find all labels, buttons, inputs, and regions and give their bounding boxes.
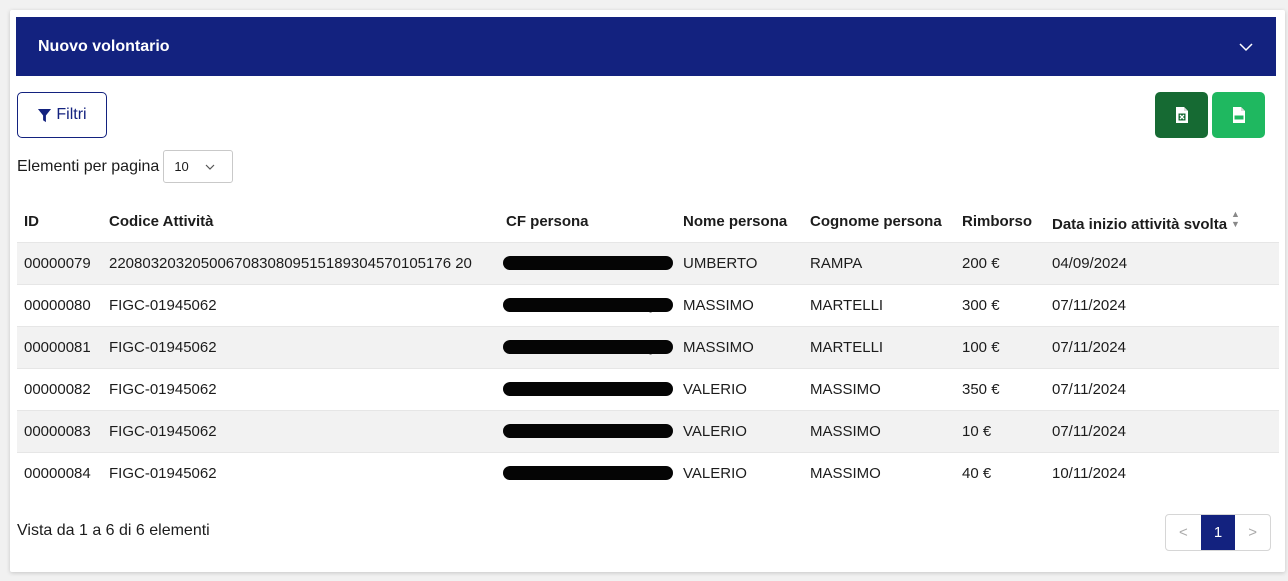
cell-cf: RMPMBT61R01H501U [499, 242, 676, 285]
column-header-rimborso[interactable]: Rimborso [955, 200, 1045, 243]
cell-rimborso: 200 € [955, 242, 1045, 285]
column-header-cf[interactable]: CF persona [499, 200, 676, 243]
cell-rimborso: 10 € [955, 410, 1045, 453]
cell-data: 07/11/2024 [1045, 368, 1279, 411]
panel-header[interactable]: Nuovo volontario [16, 17, 1276, 76]
page-size-value: 10 [174, 159, 189, 174]
column-header-id[interactable]: ID [17, 200, 102, 243]
cell-rimborso: 40 € [955, 452, 1045, 494]
cell-cf: MSSVLR81B41F839M [499, 452, 676, 494]
cell-data: 10/11/2024 [1045, 452, 1279, 494]
panel-title: Nuovo volontario [38, 37, 170, 55]
cell-codice: FIGC-01945062 [102, 410, 499, 453]
page-size-label: Elementi per pagina [17, 157, 160, 175]
pagination-page-1[interactable]: 1 [1200, 515, 1236, 550]
table-row[interactable]: 00000080FIGC-01945062MRTMSM69B07H501QMAS… [17, 284, 1279, 327]
cell-cf: MRTMSM69B07H501Q [499, 284, 676, 327]
column-header-codice[interactable]: Codice Attività [102, 200, 499, 243]
cell-codice: 2208032032050067083080951518930457010517… [102, 242, 499, 285]
csv-file-icon [1232, 107, 1245, 123]
cell-cognome: MARTELLI [803, 326, 955, 369]
cell-nome: VALERIO [676, 410, 803, 453]
cell-codice: FIGC-01945062 [102, 452, 499, 494]
table-summary: Vista da 1 a 6 di 6 elementi [17, 522, 210, 539]
cell-data: 07/11/2024 [1045, 284, 1279, 327]
table-row[interactable]: 00000084FIGC-01945062MSSVLR81B41F839MVAL… [17, 452, 1279, 494]
cell-id: 00000079 [17, 242, 102, 285]
column-header-nome[interactable]: Nome persona [676, 200, 803, 243]
cell-codice: FIGC-01945062 [102, 284, 499, 327]
filter-button[interactable]: Filtri [17, 92, 107, 138]
cell-cf: MSSVLR81B41F839M [499, 410, 676, 453]
cell-data: 07/11/2024 [1045, 410, 1279, 453]
table-row[interactable]: 00000082FIGC-01945062MSSVLR80A01H501NVAL… [17, 368, 1279, 411]
cell-id: 00000082 [17, 368, 102, 411]
cell-nome: MASSIMO [676, 284, 803, 327]
excel-file-icon [1175, 107, 1188, 123]
filter-icon [38, 108, 52, 122]
cell-rimborso: 350 € [955, 368, 1045, 411]
pagination: < 1 > [1165, 514, 1271, 551]
cell-nome: VALERIO [676, 368, 803, 411]
cell-nome: UMBERTO [676, 242, 803, 285]
cell-cognome: MARTELLI [803, 284, 955, 327]
redaction-mark [503, 298, 673, 312]
cell-id: 00000081 [17, 326, 102, 369]
filter-button-label: Filtri [56, 106, 87, 123]
cell-cf: MRTMSM69B07H501Q [499, 326, 676, 369]
column-header-cognome[interactable]: Cognome persona [803, 200, 955, 243]
page-size-select[interactable]: 10 [163, 150, 234, 183]
redaction-mark [503, 382, 673, 396]
cell-codice: FIGC-01945062 [102, 326, 499, 369]
redaction-mark [503, 340, 673, 354]
cell-id: 00000080 [17, 284, 102, 327]
chevron-down-icon [205, 164, 215, 170]
redaction-mark [503, 256, 673, 270]
cell-cognome: MASSIMO [803, 452, 955, 494]
redaction-mark [503, 424, 673, 438]
export-excel-button[interactable] [1155, 92, 1208, 138]
chevron-down-icon[interactable] [1238, 39, 1254, 55]
column-header-data[interactable]: Data inizio attività svolta▲ ▼ [1045, 200, 1279, 243]
sort-icon[interactable]: ▲ ▼ [1231, 209, 1240, 229]
cell-id: 00000084 [17, 452, 102, 494]
cell-nome: VALERIO [676, 452, 803, 494]
cell-rimborso: 100 € [955, 326, 1045, 369]
redaction-mark [503, 466, 673, 480]
cell-data: 07/11/2024 [1045, 326, 1279, 369]
page-size-control: Elementi per pagina 10 [17, 150, 234, 183]
cell-id: 00000083 [17, 410, 102, 453]
cell-cf: MSSVLR80A01H501N [499, 368, 676, 411]
table-row[interactable]: 00000079 22080320320500670830809515189304… [17, 242, 1279, 285]
cell-data: 04/09/2024 [1045, 242, 1279, 285]
volunteers-table: ID Codice Attività CF persona Nome perso… [17, 200, 1279, 494]
cell-codice: FIGC-01945062 [102, 368, 499, 411]
table-header-row: ID Codice Attività CF persona Nome perso… [17, 200, 1279, 243]
cell-cognome: MASSIMO [803, 410, 955, 453]
table-row[interactable]: 00000083FIGC-01945062MSSVLR81B41F839MVAL… [17, 410, 1279, 453]
pagination-next[interactable]: > [1235, 515, 1270, 550]
cell-nome: MASSIMO [676, 326, 803, 369]
pagination-prev[interactable]: < [1166, 515, 1201, 550]
cell-rimborso: 300 € [955, 284, 1045, 327]
cell-cognome: RAMPA [803, 242, 955, 285]
table-row[interactable]: 00000081FIGC-01945062MRTMSM69B07H501QMAS… [17, 326, 1279, 369]
cell-cognome: MASSIMO [803, 368, 955, 411]
export-csv-button[interactable] [1212, 92, 1265, 138]
